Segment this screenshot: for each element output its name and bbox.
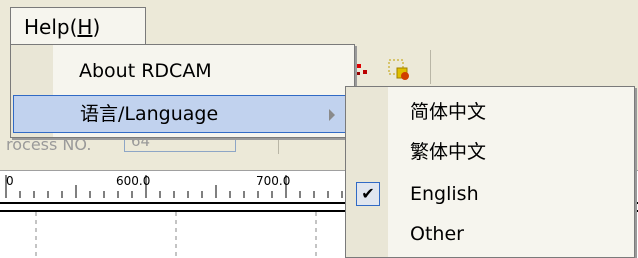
toolbar-separator xyxy=(430,50,431,84)
toolbar-icons[interactable] xyxy=(355,58,425,82)
ruler-label-600: 600.0 xyxy=(116,174,150,188)
language-submenu: 简体中文 繁体中文 ✔ English Other xyxy=(345,86,635,258)
submenu-item-label: Other xyxy=(410,223,464,245)
menu-item-label: 语言/Language xyxy=(80,103,219,125)
submenu-item-other[interactable]: Other xyxy=(348,215,632,255)
help-dropdown-menu: About RDCAM 语言/Language xyxy=(10,44,355,138)
submenu-item-simplified-chinese[interactable]: 简体中文 xyxy=(348,93,632,133)
checkmark-icon: ✔ xyxy=(356,182,380,206)
menu-item-language[interactable]: 语言/Language xyxy=(13,95,352,133)
submenu-item-english[interactable]: ✔ English xyxy=(348,175,632,215)
chevron-right-icon xyxy=(329,109,335,121)
menu-item-about[interactable]: About RDCAM xyxy=(13,53,352,91)
submenu-item-label: English xyxy=(410,183,479,205)
toolbar-tool-icon[interactable] xyxy=(388,59,409,80)
toolbar-tool-icon[interactable] xyxy=(357,64,367,75)
ruler-label-700: 700.0 xyxy=(256,174,290,188)
help-menu-label[interactable]: Help(H) xyxy=(24,15,100,39)
submenu-item-traditional-chinese[interactable]: 繁体中文 xyxy=(348,133,632,173)
ruler-label-0: 0 xyxy=(6,174,14,188)
menu-item-label: About RDCAM xyxy=(79,60,212,82)
submenu-item-label: 简体中文 xyxy=(410,101,487,123)
submenu-item-label: 繁体中文 xyxy=(410,141,487,163)
